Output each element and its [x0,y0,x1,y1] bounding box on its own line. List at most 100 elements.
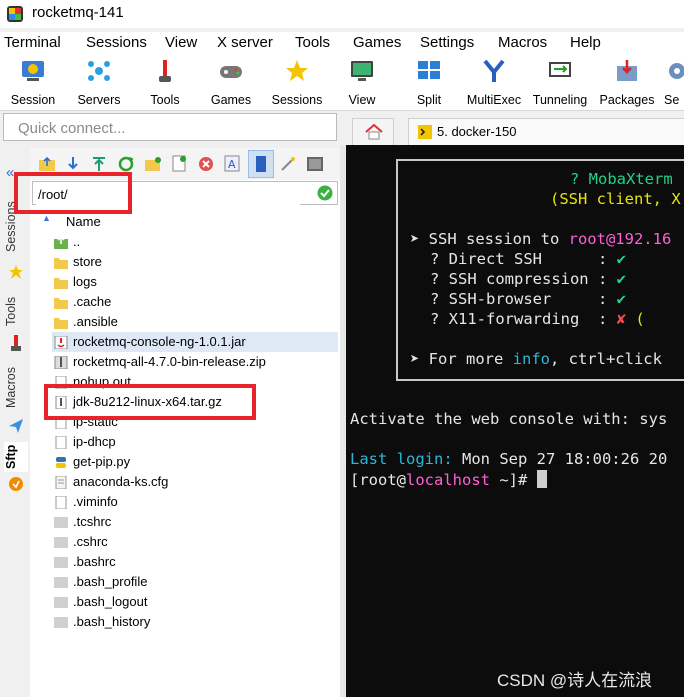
file-row[interactable]: .tcshrc [52,512,338,532]
new-folder-icon[interactable] [144,156,162,172]
menu-view[interactable]: View [165,34,197,51]
terminal-tab-icon [418,125,432,139]
parent-dir-icon [54,235,68,249]
tab-docker-150[interactable]: 5. docker-150 [408,118,684,145]
zip-file-icon [54,355,68,370]
java-file-icon [54,335,68,350]
file-row[interactable]: anaconda-ks.cfg [52,472,338,492]
side-tab-sftp[interactable]: Sftp [4,442,28,472]
watermark: CSDN @诗人在流浪 [497,671,653,690]
banner-subtitle: (SSH client, X [550,190,681,208]
session-tab-strip: 5. docker-150 [344,113,684,145]
multiexec-button[interactable]: MultiExec [466,58,522,107]
file-name: .bash_profile [73,574,148,589]
file-highlight-box [44,384,256,420]
confirm-path-icon[interactable] [317,185,333,201]
file-row[interactable]: rocketmq-all-4.7.0-bin-release.zip [52,352,338,372]
menu-macros[interactable]: Macros [498,34,547,51]
view-button[interactable]: View [343,58,381,107]
file-row[interactable]: .bash_history [52,612,338,632]
hidden-file-icon [54,595,68,608]
file-row[interactable]: .bashrc [52,552,338,572]
file-name: .tcshrc [73,514,112,529]
sessions-star-icon [286,60,308,81]
file-row[interactable]: .cshrc [52,532,338,552]
sftp-panel: A ▲ Name .. store logs .cache .ansible rocket… [30,148,340,697]
terminal-follow-icon[interactable] [306,156,324,172]
window-title: rocketmq-141 [32,4,124,21]
settings-button[interactable]: Se [664,58,684,107]
tools-button[interactable]: Tools [142,58,188,107]
menu-tools[interactable]: Tools [295,34,330,51]
file-row[interactable]: .ansible [52,312,338,332]
file-name: .. [73,234,81,249]
file-icon [54,495,68,510]
feature-ssh-browser: ? SSH-browser : ✔ [430,290,626,308]
file-row[interactable]: .bash_profile [52,572,338,592]
new-file-icon[interactable] [172,155,186,172]
file-name: store [73,254,102,269]
upload-icon[interactable] [92,156,106,172]
magic-wand-icon[interactable] [280,156,296,172]
servers-button[interactable]: Servers [72,58,126,107]
file-name: .cache [73,294,112,309]
home-tab[interactable] [352,118,394,145]
file-row[interactable]: ip-dhcp [52,432,338,452]
menu-help[interactable]: Help [570,34,601,51]
refresh-icon[interactable] [118,156,134,172]
download-icon[interactable] [66,156,80,172]
menu-games[interactable]: Games [353,34,401,51]
feature-ssh-compression: ? SSH compression : ✔ [430,270,626,288]
packages-button[interactable]: Packages [598,58,656,107]
text-editor-icon[interactable] [248,150,274,178]
shell-prompt: [root@localhost ~]# [350,470,547,489]
menu-x-server[interactable]: X server [217,34,273,51]
file-row[interactable]: store [52,252,338,272]
menu-terminal[interactable]: Terminal [4,34,61,51]
split-button[interactable]: Split [408,58,450,107]
file-row[interactable]: .. [52,232,338,252]
file-row[interactable]: .bash_logout [52,592,338,612]
games-button[interactable]: Games [205,58,257,107]
file-name: get-pip.py [73,454,131,469]
file-name: ip-dhcp [73,434,116,449]
side-tab-tools[interactable]: Tools [4,290,28,332]
home-icon [365,124,383,140]
hidden-file-icon [54,535,68,548]
file-row[interactable]: get-pip.py [52,452,338,472]
tunneling-icon [549,62,571,77]
quick-connect-input[interactable] [16,115,340,141]
tools-icon [159,60,171,82]
python-file-icon [54,455,68,468]
menu-settings[interactable]: Settings [420,34,474,51]
info-line: ➤ For more info, ctrl+click [410,350,662,368]
hidden-file-icon [54,615,68,628]
terminal-cursor [536,470,547,488]
file-row[interactable]: logs [52,272,338,292]
side-tab-macros[interactable]: Macros [4,362,28,414]
rename-icon[interactable]: A [224,155,240,172]
menu-sessions[interactable]: Sessions [86,34,147,51]
file-name: .bash_history [73,614,151,629]
file-row[interactable]: .viminfo [52,492,338,512]
file-name: logs [73,274,97,289]
file-name: .bashrc [73,554,116,569]
send-icon [9,419,23,433]
feature-x11-forwarding: ? X11-forwarding : ✘ ( [430,310,645,328]
file-row[interactable]: .cache [52,292,338,312]
sessions-button[interactable]: Sessions [270,58,324,107]
file-icon [54,435,68,450]
session-button[interactable]: Session [8,58,58,107]
folder-icon [54,315,68,329]
settings-icon [669,63,684,79]
session-icon [22,61,44,81]
file-row[interactable]: rocketmq-console-ng-1.0.1.jar [52,332,338,352]
menu-bar: Terminal Sessions View X server Tools Ga… [0,32,684,54]
name-column-header: Name [66,214,101,229]
multiexec-icon [483,59,505,82]
session-host: root@192.16 [568,230,672,248]
tunneling-button[interactable]: Tunneling [530,58,590,107]
parent-folder-icon[interactable] [38,156,56,172]
delete-icon[interactable] [198,156,214,172]
terminal-area[interactable]: ? MobaXterm (SSH client, X ➤ SSH session… [346,145,684,697]
